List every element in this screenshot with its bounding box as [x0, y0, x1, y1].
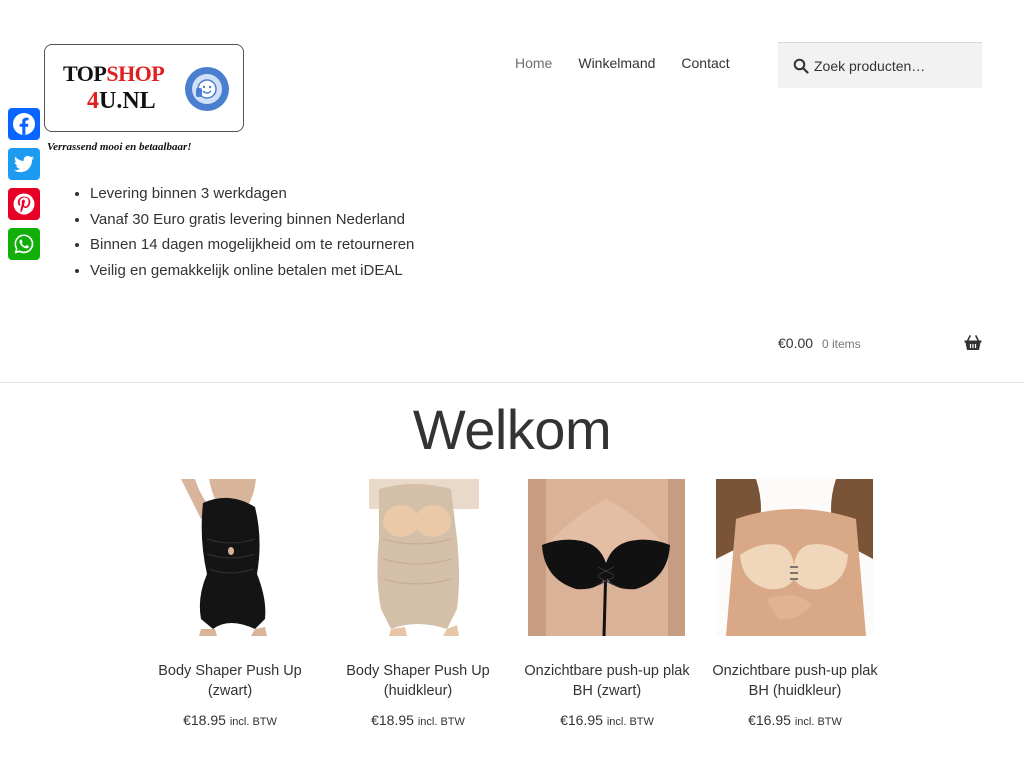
nav-item-home[interactable]: Home — [502, 52, 565, 74]
facebook-icon — [13, 113, 35, 135]
whatsapp-icon — [14, 234, 34, 254]
share-pinterest-button[interactable] — [8, 188, 40, 220]
twitter-icon — [14, 155, 34, 173]
product-name[interactable]: Onzichtbare push-up plak BH (huidkleur) — [704, 661, 886, 701]
basket-icon — [964, 335, 982, 350]
social-share-bar — [8, 108, 40, 268]
usp-item-returns: Binnen 14 dagen mogelijkheid om te retou… — [90, 232, 414, 258]
page-title: Welkom — [412, 398, 612, 461]
logo-wordmark-top: TOPSHOP — [63, 61, 165, 86]
product-image[interactable] — [339, 479, 496, 636]
logo-frame: TOPSHOP 4U.NL — [44, 44, 244, 132]
usp-item-delivery: Levering binnen 3 werkdagen — [90, 181, 414, 207]
search-icon — [793, 58, 809, 74]
logo-thumbs-up-icon — [185, 67, 229, 111]
product-price: €18.95 incl. BTW — [183, 712, 277, 728]
product-price: €16.95 incl. BTW — [560, 712, 654, 728]
product-image[interactable] — [716, 479, 873, 636]
share-twitter-button[interactable] — [8, 148, 40, 180]
product-price: €18.95 incl. BTW — [371, 712, 465, 728]
search-input[interactable] — [814, 56, 974, 76]
product-image[interactable] — [151, 479, 308, 636]
logo-wordmark-bottom: 4U.NL — [87, 88, 156, 114]
product-image[interactable] — [528, 479, 685, 636]
nav-item-contact[interactable]: Contact — [668, 52, 742, 74]
site-logo[interactable]: TOPSHOP 4U.NL Verrassend mooi en betaalb… — [44, 44, 244, 156]
usp-item-free-shipping: Vanaf 30 Euro gratis levering binnen Ned… — [90, 207, 414, 233]
cart-item-count: 0 items — [822, 337, 861, 351]
cart-amount: €0.00 — [778, 335, 814, 351]
product-name[interactable]: Onzichtbare push-up plak BH (zwart) — [516, 661, 698, 701]
product-name[interactable]: Body Shaper Push Up (zwart) — [139, 661, 321, 701]
header-divider — [0, 382, 1024, 383]
nav-item-winkelmand[interactable]: Winkelmand — [565, 52, 668, 74]
usp-list: Levering binnen 3 werkdagen Vanaf 30 Eur… — [90, 181, 414, 283]
pinterest-icon — [13, 193, 35, 215]
product-name[interactable]: Body Shaper Push Up (huidkleur) — [327, 661, 509, 701]
share-facebook-button[interactable] — [8, 108, 40, 140]
product-search — [778, 42, 982, 88]
header-cart[interactable]: €0.00 0 items — [778, 333, 982, 355]
product-price: €16.95 incl. BTW — [748, 712, 842, 728]
logo-tagline: Verrassend mooi en betaalbaar! — [47, 141, 192, 153]
share-whatsapp-button[interactable] — [8, 228, 40, 260]
usp-item-payment: Veilig en gemakkelijk online betalen met… — [90, 258, 414, 284]
main-navigation: Home Winkelmand Contact — [502, 52, 743, 74]
